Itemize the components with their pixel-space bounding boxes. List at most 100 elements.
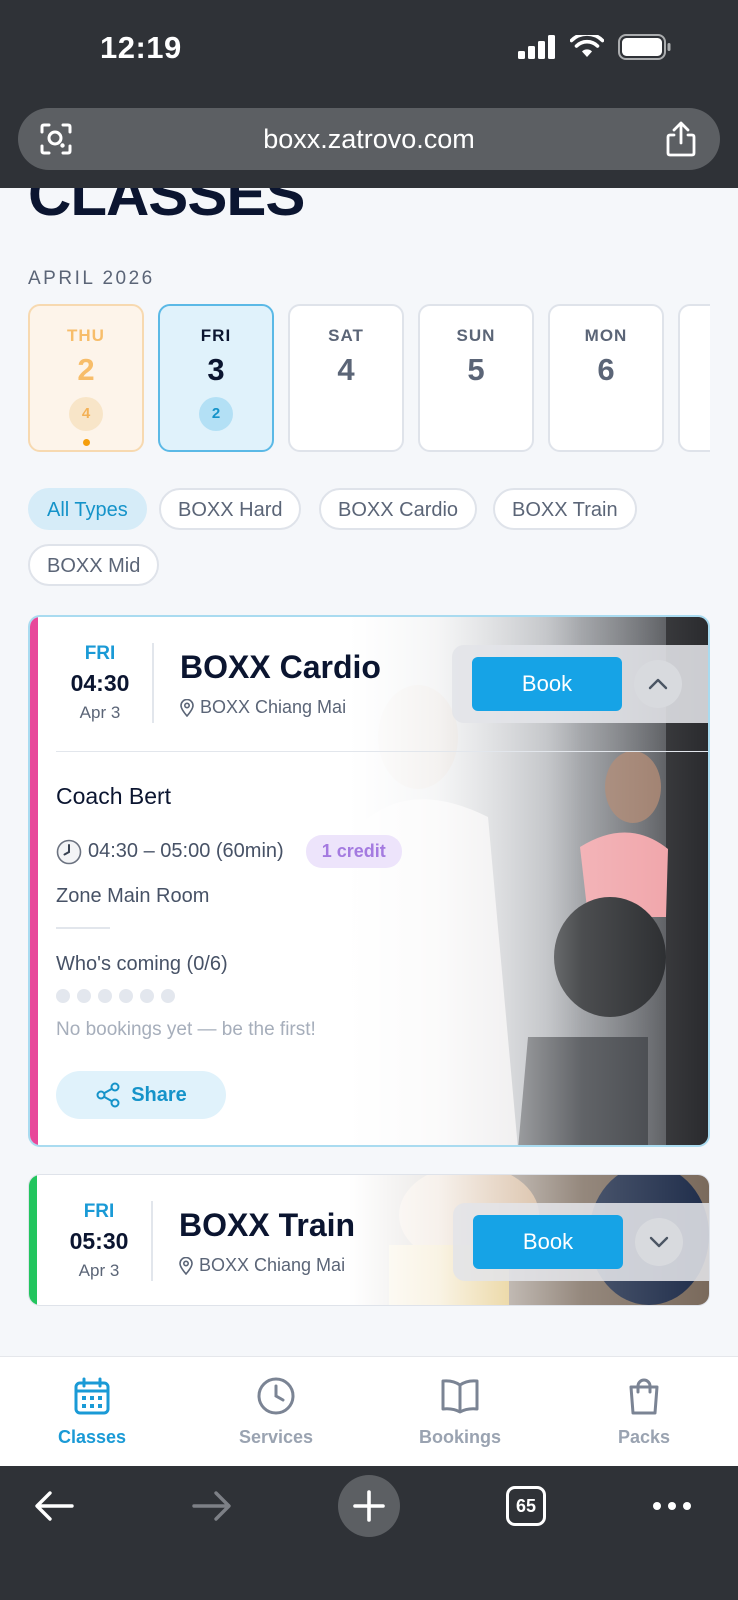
tab-services[interactable]: Services	[184, 1357, 368, 1467]
share-page-icon[interactable]	[664, 120, 698, 158]
divider	[152, 643, 154, 723]
clock-icon	[56, 839, 82, 864]
bottom-tab-bar: Classes Services Bookings Packs	[0, 1356, 738, 1466]
empty-slot	[119, 989, 133, 1003]
share-icon	[96, 1082, 120, 1108]
class-actions: Book	[452, 645, 708, 723]
status-bar: 12:19 boxx.zatrovo.com	[0, 0, 738, 188]
empty-slot	[161, 989, 175, 1003]
day-next-partial[interactable]	[678, 304, 710, 452]
day-name: SAT	[328, 326, 364, 345]
class-card-boxx-train[interactable]: FRI 05:30 Apr 3 BOXX Train BOXX Chiang M…	[28, 1174, 710, 1306]
empty-slot	[140, 989, 154, 1003]
page-content: CLASSES APRIL 2026 THU 2 4 FRI 3 2 SAT 4…	[0, 188, 738, 1356]
tabs-count: 65	[506, 1486, 546, 1526]
divider	[151, 1201, 153, 1281]
more-button[interactable]	[644, 1466, 700, 1546]
day-sun[interactable]: SUN 5	[418, 304, 534, 452]
day-number: 6	[597, 352, 615, 387]
day-thu[interactable]: THU 2 4	[28, 304, 144, 452]
forward-button[interactable]	[180, 1466, 244, 1546]
month-label: APRIL 2026	[28, 268, 155, 289]
share-label: Share	[131, 1083, 187, 1106]
day-name: MON	[584, 326, 628, 345]
more-icon	[653, 1502, 691, 1510]
book-button[interactable]: Book	[473, 1215, 623, 1269]
class-date: Apr 3	[78, 1261, 120, 1280]
booked-dot	[82, 439, 90, 446]
day-number: 5	[467, 352, 485, 387]
day-mon[interactable]: MON 6	[548, 304, 664, 452]
class-time-range: 04:30 – 05:00 (60min)	[88, 840, 284, 862]
tab-label: Classes	[57, 1427, 127, 1447]
tabs-button[interactable]: 65	[500, 1466, 552, 1546]
class-card-boxx-cardio[interactable]: FRI 04:30 Apr 3 BOXX Cardio BOXX Chiang …	[28, 615, 710, 1147]
class-location-text: BOXX Chiang Mai	[200, 697, 347, 717]
day-name: FRI	[200, 326, 232, 345]
filter-boxx-cardio[interactable]: BOXX Cardio	[319, 488, 478, 530]
class-zone: Zone Main Room	[56, 885, 210, 907]
class-name: BOXX Cardio	[180, 649, 381, 685]
class-datetime: FRI 04:30 Apr 3	[56, 643, 144, 723]
class-weekday: FRI	[84, 643, 116, 664]
class-datetime: FRI 05:30 Apr 3	[55, 1201, 143, 1281]
book-button[interactable]: Book	[472, 657, 622, 711]
card-divider	[56, 751, 708, 752]
section-divider	[56, 927, 110, 929]
filter-all-types[interactable]: All Types	[28, 488, 147, 530]
back-button[interactable]	[22, 1466, 86, 1546]
class-time: 05:30	[69, 1228, 129, 1254]
class-location-text: BOXX Chiang Mai	[199, 1255, 346, 1275]
coach-name: Coach Bert	[56, 783, 172, 809]
chevron-up-icon	[648, 678, 668, 690]
filter-boxx-mid[interactable]: BOXX Mid	[28, 544, 160, 586]
expand-button[interactable]	[635, 1218, 683, 1266]
url-text[interactable]: boxx.zatrovo.com	[18, 124, 720, 155]
day-number: 2	[77, 352, 95, 387]
filter-boxx-train[interactable]: BOXX Train	[493, 488, 637, 530]
share-button[interactable]: Share	[56, 1071, 226, 1119]
tab-bookings[interactable]: Bookings	[368, 1357, 552, 1467]
attendee-slots	[56, 989, 175, 1003]
class-time: 04:30	[70, 670, 130, 696]
clock-icon	[257, 1377, 295, 1415]
class-weekday: FRI	[83, 1201, 115, 1222]
filter-boxx-hard[interactable]: BOXX Hard	[159, 488, 302, 530]
tab-classes[interactable]: Classes	[0, 1357, 184, 1467]
whos-coming: Who's coming (0/6)	[56, 953, 228, 975]
day-class-count: 4	[69, 397, 103, 431]
arrow-right-icon	[192, 1491, 231, 1521]
day-name: SUN	[456, 326, 496, 345]
plus-icon	[353, 1490, 385, 1522]
collapse-button[interactable]	[634, 660, 682, 708]
tab-packs[interactable]: Packs	[552, 1357, 736, 1467]
class-type-stripe	[30, 617, 38, 1145]
class-location: BOXX Chiang Mai	[179, 1255, 345, 1276]
class-name: BOXX Train	[179, 1207, 356, 1243]
class-time-row: 04:30 – 05:00 (60min) 1 credit	[56, 835, 402, 868]
bag-icon	[629, 1378, 659, 1415]
day-fri[interactable]: FRI 3 2	[158, 304, 274, 452]
new-tab-button[interactable]	[338, 1466, 400, 1546]
empty-bookings-text: No bookings yet — be the first!	[56, 1019, 316, 1040]
day-name: THU	[67, 326, 105, 345]
class-date: Apr 3	[79, 703, 121, 722]
day-sat[interactable]: SAT 4	[288, 304, 404, 452]
new-tab-circle	[338, 1475, 400, 1537]
calendar-icon	[74, 1377, 110, 1415]
location-pin-icon	[179, 1256, 193, 1275]
day-class-count: 2	[199, 397, 233, 431]
battery-icon	[618, 34, 671, 60]
chevron-down-icon	[649, 1236, 669, 1248]
empty-slot	[56, 989, 70, 1003]
url-bar[interactable]: boxx.zatrovo.com	[18, 108, 720, 170]
class-type-stripe	[29, 1175, 37, 1305]
book-icon	[441, 1379, 479, 1414]
page-title: CLASSES	[28, 188, 305, 228]
tab-label: Bookings	[418, 1427, 501, 1447]
status-time: 12:19	[100, 30, 182, 65]
class-actions: Book	[453, 1203, 709, 1281]
arrow-left-icon	[35, 1491, 74, 1521]
credit-badge: 1 credit	[305, 835, 402, 868]
empty-slot	[77, 989, 91, 1003]
